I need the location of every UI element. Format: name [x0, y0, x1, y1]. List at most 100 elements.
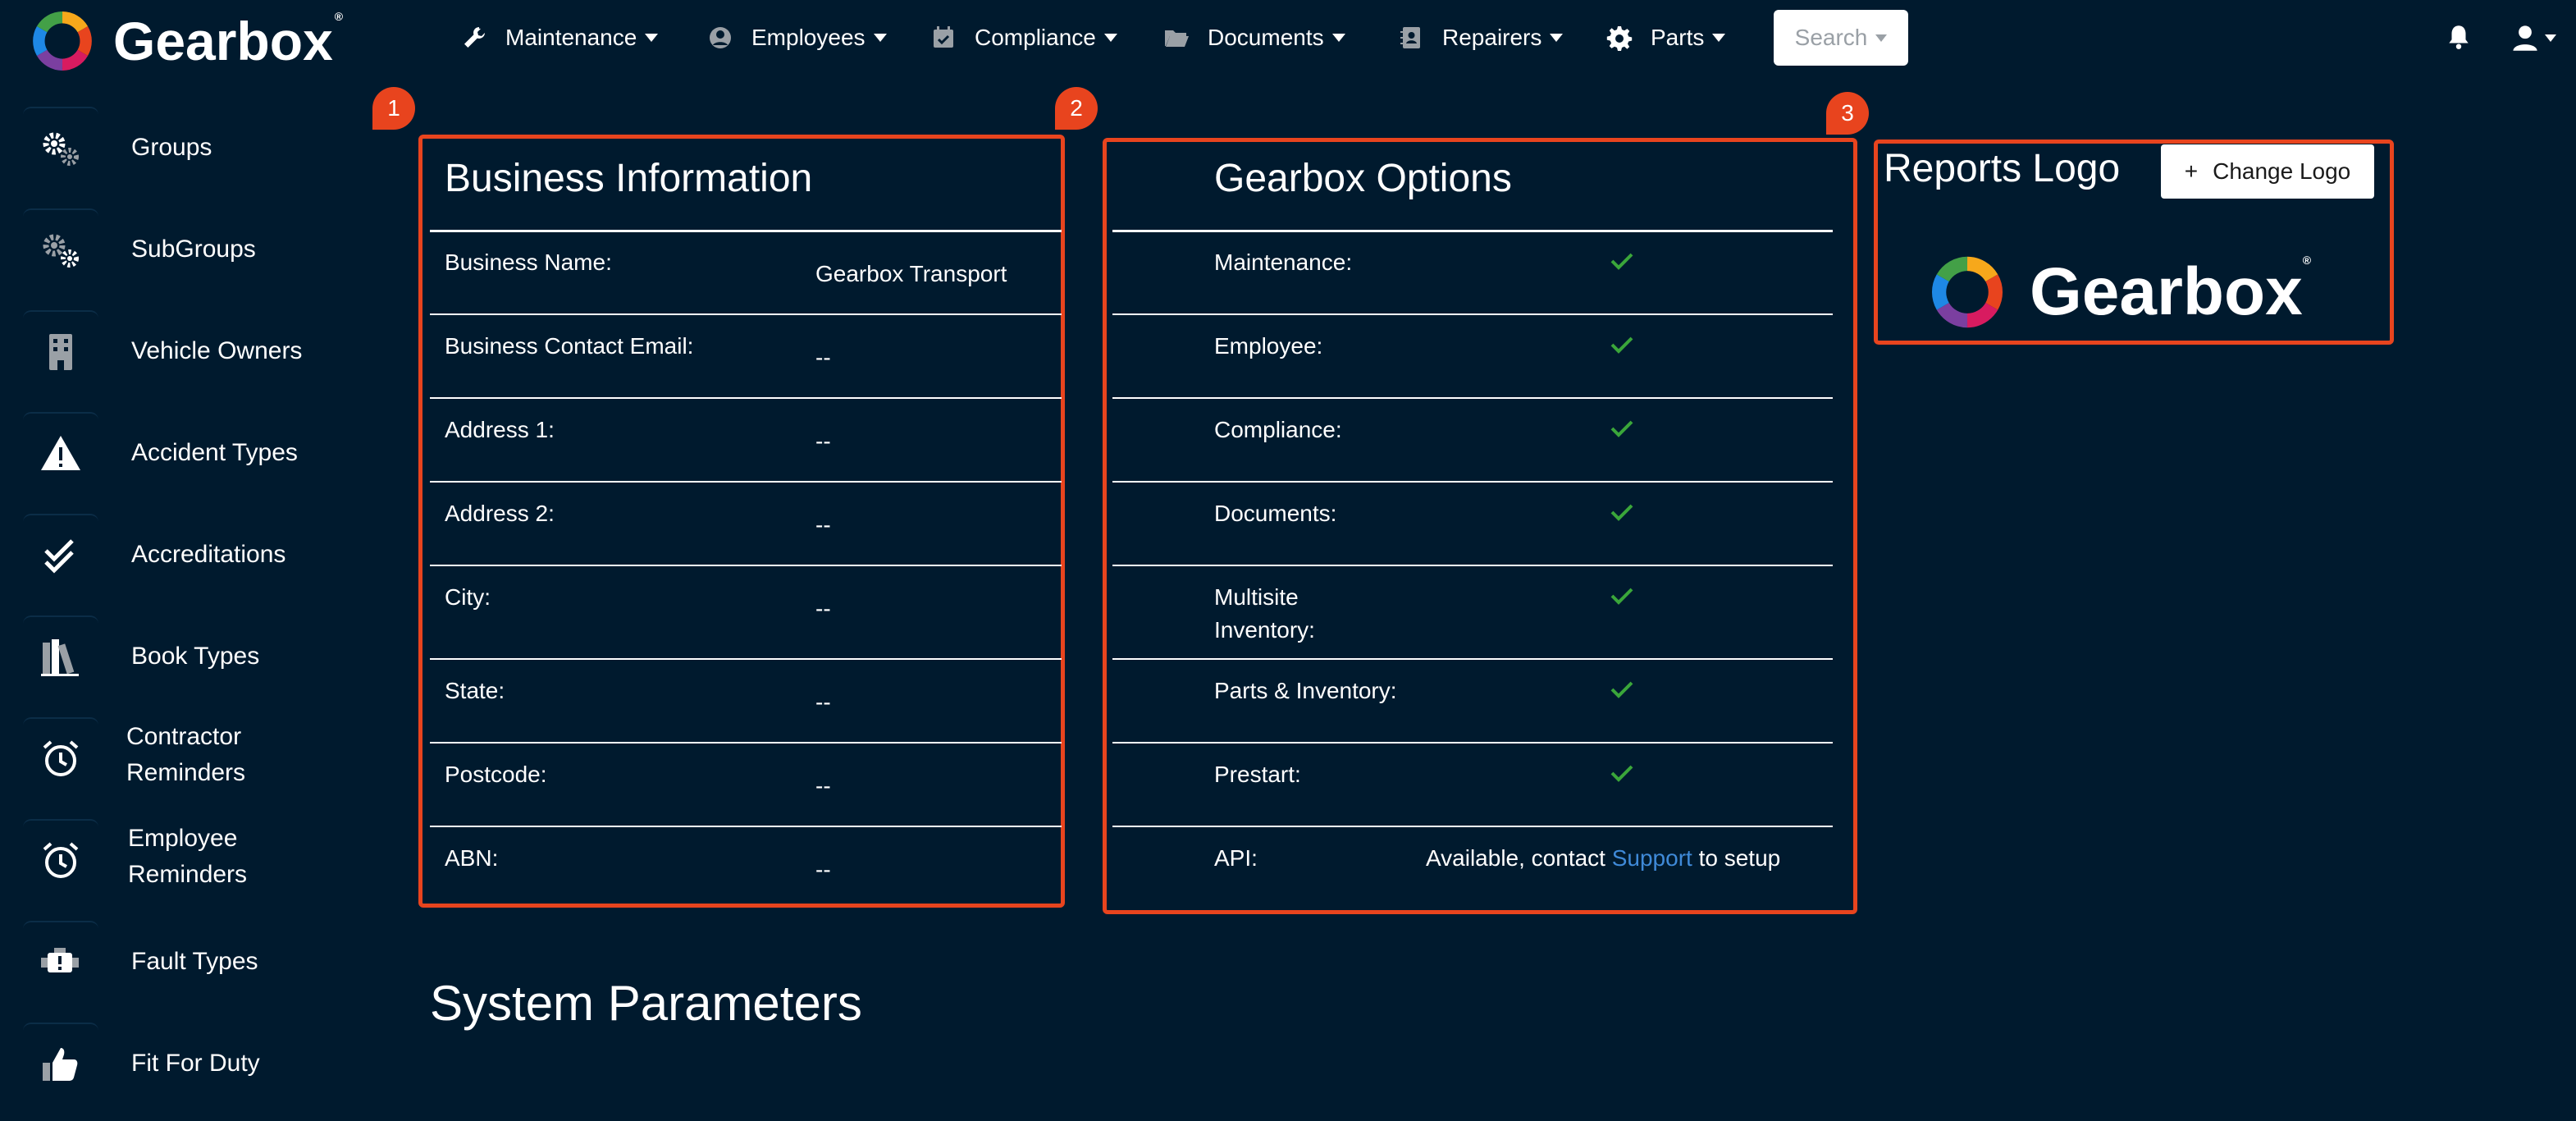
thumbs-up-icon: [23, 1023, 98, 1105]
business-email-label: Business Contact Email:: [445, 333, 694, 359]
business-name-value: Gearbox Transport: [815, 261, 1007, 286]
abn-label: ABN:: [445, 845, 499, 871]
building-icon: [23, 310, 98, 392]
table-row: City: --: [430, 566, 1062, 660]
user-menu[interactable]: [2510, 21, 2556, 54]
callout-badge-2: 2: [1055, 87, 1098, 130]
sidebar-item-fit-for-duty[interactable]: Fit For Duty: [0, 1013, 361, 1114]
search-label: Search: [1794, 25, 1868, 50]
postcode-value: --: [815, 773, 831, 798]
sidebar-item-accident-types[interactable]: Accident Types: [0, 402, 361, 504]
check-icon: [1610, 765, 1633, 782]
reports-logo-title: Reports Logo: [1884, 147, 2121, 190]
chevron-down-icon: [645, 34, 659, 42]
business-name-label: Business Name:: [445, 249, 612, 275]
option-documents-label: Documents:: [1214, 501, 1337, 526]
calendar-check-icon: [934, 26, 953, 48]
sidebar-item-label: SubGroups: [131, 236, 256, 263]
gears-icon: [23, 107, 98, 189]
nav-documents-label: Documents: [1208, 25, 1324, 50]
address-1-value: --: [815, 428, 831, 454]
gearbox-ring-logo-icon: [33, 11, 92, 71]
check-icon: [1610, 253, 1633, 270]
business-information-title: Business Information: [445, 157, 813, 200]
bell-icon[interactable]: [2445, 23, 2473, 51]
folder-open-icon: [1165, 30, 1189, 47]
sidebar-item-employee-reminders[interactable]: Employee Reminders: [0, 809, 361, 911]
state-label: State:: [445, 678, 505, 703]
nav-compliance[interactable]: Compliance: [930, 18, 1117, 57]
engine-warning-icon: [23, 921, 98, 1003]
gear-icon: [1606, 26, 1633, 51]
sidebar-item-fault-types[interactable]: Fault Types: [0, 911, 361, 1013]
gearbox-options-title: Gearbox Options: [1214, 157, 1512, 200]
brand-name: Gearbox ®: [113, 10, 344, 71]
sidebar-item-book-types[interactable]: Book Types: [0, 606, 361, 707]
sidebar-item-contractor-reminders[interactable]: Contractor Reminders: [0, 707, 361, 809]
sidebar-item-label: Employee Reminders: [128, 825, 248, 888]
reports-logo-wordmark: Gearbox®: [2030, 254, 2312, 329]
sidebar-item-label: Groups: [131, 134, 212, 161]
check-icon: [1610, 336, 1633, 354]
user-circle-icon: [710, 27, 731, 48]
nav-documents[interactable]: Documents: [1163, 18, 1345, 57]
sidebar-item-label: Accreditations: [131, 541, 286, 568]
table-row: Employee:: [1112, 315, 1833, 399]
address-2-value: --: [815, 512, 831, 538]
nav-employees-label: Employees: [751, 25, 866, 50]
system-parameters-title: System Parameters: [430, 976, 862, 1031]
warning-icon: [23, 412, 98, 494]
table-row: Parts & Inventory:: [1112, 660, 1833, 744]
option-multisite-inventory-label: Multisite Inventory:: [1214, 584, 1315, 643]
plus-icon: +: [2184, 158, 2199, 184]
state-value: --: [815, 689, 831, 715]
table-row: ABN: --: [430, 827, 1062, 901]
chevron-down-icon: [1331, 34, 1345, 42]
sidebar-item-vehicle-owners[interactable]: Vehicle Owners: [0, 300, 361, 402]
table-row: Address 1: --: [430, 399, 1062, 483]
table-row: Business Contact Email: --: [430, 315, 1062, 399]
sidebar-item-label: Fault Types: [131, 948, 258, 975]
nav-parts[interactable]: Parts: [1606, 18, 1726, 57]
chevron-down-icon: [1103, 34, 1117, 42]
reports-logo-image: Gearbox®: [1928, 251, 2311, 333]
nav-maintenance[interactable]: Maintenance: [461, 18, 659, 57]
nav-employees[interactable]: Employees: [707, 18, 887, 57]
city-value: --: [815, 596, 831, 621]
sidebar-item-groups[interactable]: Groups: [0, 97, 361, 199]
callout-badge-1: 1: [372, 87, 415, 130]
option-compliance-label: Compliance:: [1214, 417, 1342, 442]
check-icon: [1610, 420, 1633, 437]
gearbox-ring-logo-icon: [1931, 256, 2003, 328]
option-api-label: API:: [1214, 845, 1258, 871]
check-icon: [1610, 588, 1633, 605]
check-icon: [1610, 681, 1633, 698]
nav-repairers[interactable]: Repairers: [1398, 18, 1564, 57]
sidebar-item-accreditations[interactable]: Accreditations: [0, 504, 361, 606]
abn-value: --: [815, 857, 831, 882]
option-employee-label: Employee:: [1214, 333, 1323, 359]
alarm-clock-icon: [23, 819, 98, 901]
change-logo-label: Change Logo: [2213, 158, 2351, 184]
table-row: Postcode: --: [430, 744, 1062, 827]
chevron-down-icon: [1712, 34, 1726, 42]
option-maintenance-label: Maintenance:: [1214, 249, 1353, 275]
sidebar-item-label: Contractor Reminders: [126, 723, 246, 786]
alarm-clock-icon: [23, 717, 98, 799]
table-row: Maintenance:: [1112, 231, 1833, 315]
books-icon: [23, 615, 98, 698]
search-dropdown-button[interactable]: Search: [1774, 10, 1908, 66]
user-icon: [2513, 25, 2537, 51]
nav-repairers-label: Repairers: [1442, 25, 1542, 50]
brand-logo[interactable]: Gearbox ®: [30, 8, 343, 74]
double-check-icon: [23, 514, 98, 596]
chevron-down-icon: [873, 34, 887, 42]
nav-maintenance-label: Maintenance: [505, 25, 637, 50]
table-row: Prestart:: [1112, 744, 1833, 827]
change-logo-button[interactable]: + Change Logo: [2161, 144, 2374, 199]
chevron-down-icon: [1875, 34, 1888, 42]
business-email-value: --: [815, 345, 831, 370]
sidebar-item-subgroups[interactable]: SubGroups: [0, 199, 361, 300]
support-link[interactable]: Support: [1612, 845, 1692, 871]
table-row: Business Name: Gearbox Transport: [430, 231, 1062, 315]
